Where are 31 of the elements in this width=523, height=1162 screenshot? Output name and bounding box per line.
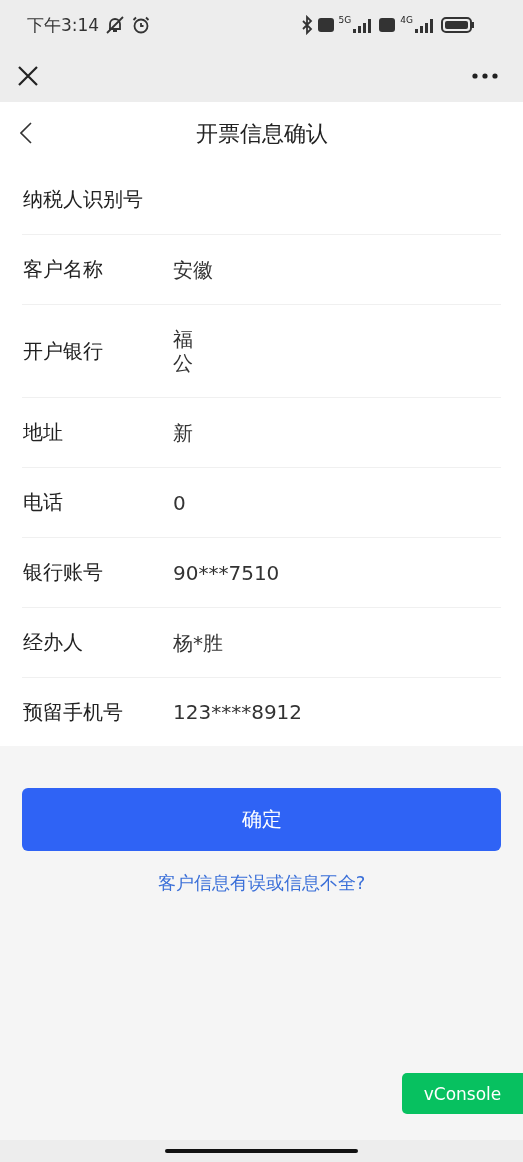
- confirm-button[interactable]: 确定: [22, 788, 501, 851]
- help-link[interactable]: 客户信息有误或信息不全?: [157, 871, 366, 895]
- field-value: 新: [173, 420, 193, 445]
- more-icon[interactable]: [472, 73, 498, 79]
- close-icon[interactable]: [17, 65, 39, 87]
- field-value: 0: [173, 490, 186, 515]
- field-label: 银行账号: [23, 559, 104, 586]
- field-label: 开户银行: [23, 337, 104, 365]
- field-value: 杨*胜: [173, 630, 223, 655]
- field-value: 90***7510: [173, 560, 280, 585]
- signal-icon: [414, 17, 436, 33]
- field-label: 纳税人识别号: [23, 186, 144, 213]
- field-value: 安徽: [173, 257, 213, 282]
- field-label: 经办人: [23, 629, 84, 656]
- battery-icon: [441, 17, 475, 33]
- status-time: 下午3:14: [27, 13, 100, 37]
- field-value: 123****8912: [173, 700, 303, 724]
- page-title: 开票信息确认: [195, 119, 328, 148]
- network-label: 4G: [400, 15, 413, 25]
- alarm-clock-icon: [131, 15, 152, 35]
- bluetooth-icon: [300, 15, 313, 35]
- field-label: 地址: [23, 419, 64, 446]
- field-value: 公: [173, 351, 193, 375]
- field-value: 福: [173, 327, 193, 351]
- field-label: 预留手机号: [23, 698, 124, 726]
- back-icon[interactable]: [20, 122, 32, 144]
- muted-bell-icon: [104, 15, 127, 35]
- field-label: 电话: [23, 489, 64, 516]
- field-label: 客户名称: [23, 256, 104, 283]
- network-label: 5G: [338, 15, 352, 25]
- vconsole-button[interactable]: vConsole: [402, 1073, 523, 1114]
